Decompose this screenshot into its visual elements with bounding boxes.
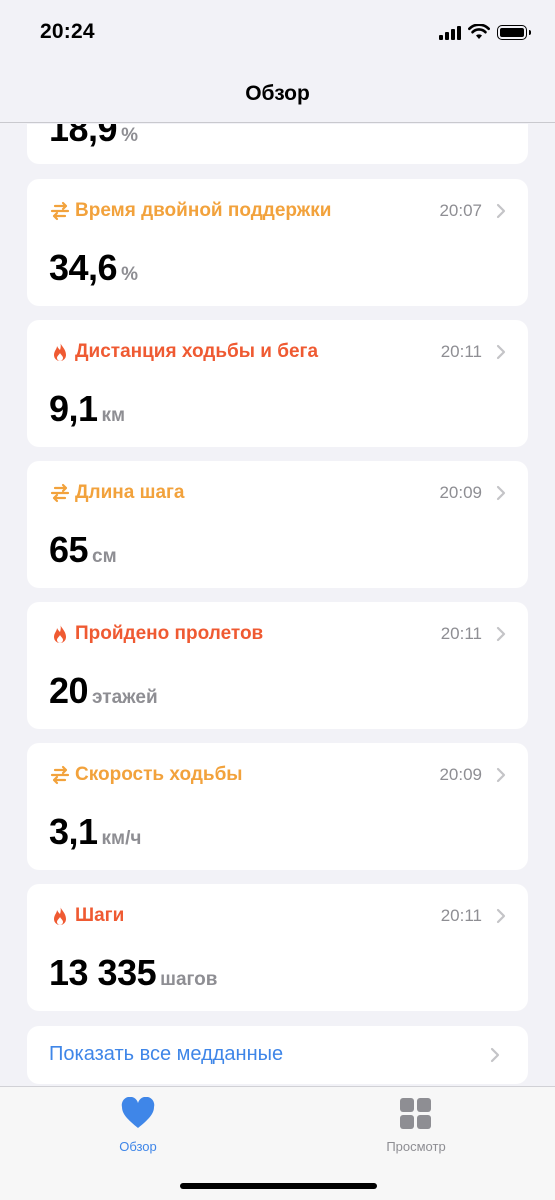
home-indicator[interactable] [180, 1183, 377, 1189]
card-title: Пройдено пролетов [75, 623, 264, 644]
metric-value-row: 65 см [49, 529, 117, 571]
page-title: Обзор [245, 82, 310, 105]
tab-browse[interactable]: Просмотр [336, 1097, 496, 1154]
tab-overview[interactable]: Обзор [58, 1096, 218, 1154]
flame-icon [54, 624, 66, 643]
card-header: Скорость ходьбы 20:09 [49, 763, 506, 787]
flame-icon [54, 906, 66, 925]
metric-card-flights-climbed[interactable]: Пройдено пролетов 20:11 20 этажей [27, 602, 528, 729]
metric-value-row: 20 этажей [49, 670, 158, 712]
metric-value: 9,1 [49, 388, 98, 429]
metric-value-row: 34,6% [49, 247, 138, 289]
metric-value: 65 [49, 529, 89, 570]
metric-value: 34,6 [49, 247, 118, 288]
metric-unit: см [92, 546, 117, 567]
card-time: 20:07 [439, 201, 482, 220]
status-bar: 20:24 [0, 0, 555, 66]
metric-unit: км/ч [101, 828, 142, 849]
metric-value-row: 9,1 км [49, 388, 125, 430]
card-time: 20:11 [440, 624, 482, 643]
metric-card-step-length[interactable]: Длина шага 20:09 65 см [27, 461, 528, 588]
card-header: Шаги 20:11 [49, 904, 506, 928]
flame-icon [54, 342, 66, 361]
metric-value-row: 13 335 шагов [49, 952, 217, 994]
chevron-right-icon [490, 1047, 500, 1063]
wifi-icon [468, 24, 490, 39]
status-icons [439, 24, 531, 40]
grid-icon [400, 1098, 431, 1129]
metric-value-row: 3,1 км/ч [49, 811, 141, 853]
metric-unit: этажей [92, 687, 158, 708]
navigation-bar: Обзор [0, 66, 555, 123]
metric-unit: % [121, 125, 138, 146]
show-all-health-data-button[interactable]: Показать все медданные [27, 1026, 528, 1084]
card-title: Длина шага [75, 482, 185, 503]
arrows-icon [50, 483, 70, 503]
metric-value: 3,1 [49, 811, 98, 852]
card-header: Пройдено пролетов 20:11 [49, 622, 506, 646]
card-header: Длина шага 20:09 [49, 481, 506, 505]
chevron-right-icon [496, 485, 506, 501]
metric-value: 20 [49, 670, 89, 711]
metric-card-walking-running-distance[interactable]: Дистанция ходьбы и бега 20:11 9,1 км [27, 320, 528, 447]
card-time: 20:09 [439, 483, 482, 502]
metric-unit: % [121, 264, 138, 285]
metric-unit: км [101, 405, 126, 426]
chevron-right-icon [496, 908, 506, 924]
tab-label: Просмотр [386, 1139, 446, 1154]
card-header: Дистанция ходьбы и бега 20:11 [49, 340, 506, 364]
metric-value: 13 335 [49, 952, 157, 993]
chevron-right-icon [496, 344, 506, 360]
summary-list[interactable]: 18,9% Время двойной поддержки 20:07 34,6… [0, 124, 555, 1086]
card-time: 20:11 [440, 906, 482, 925]
chevron-right-icon [496, 626, 506, 642]
chevron-right-icon [496, 767, 506, 783]
card-title: Шаги [75, 905, 125, 926]
battery-icon [497, 24, 531, 40]
card-title: Дистанция ходьбы и бега [75, 341, 319, 362]
card-title: Время двойной поддержки [75, 200, 332, 221]
metric-unit: шагов [160, 969, 218, 990]
metric-value: 18,9 [49, 124, 118, 149]
tab-label: Обзор [119, 1139, 157, 1154]
card-time: 20:11 [440, 342, 482, 361]
partial-metric-card[interactable]: 18,9% [27, 124, 528, 164]
card-time: 20:09 [439, 765, 482, 784]
status-time: 20:24 [40, 20, 95, 43]
arrows-icon [50, 201, 70, 221]
metric-card-walking-speed[interactable]: Скорость ходьбы 20:09 3,1 км/ч [27, 743, 528, 870]
metric-card-double-support[interactable]: Время двойной поддержки 20:07 34,6% [27, 179, 528, 306]
show-all-label: Показать все медданные [49, 1043, 284, 1065]
card-header: Время двойной поддержки 20:07 [49, 199, 506, 223]
metric-card-steps[interactable]: Шаги 20:11 13 335 шагов [27, 884, 528, 1011]
arrows-icon [50, 765, 70, 785]
heart-icon [121, 1096, 155, 1128]
metric-value-row: 18,9% [49, 124, 138, 150]
cellular-signal-icon [439, 24, 461, 40]
chevron-right-icon [496, 203, 506, 219]
card-title: Скорость ходьбы [75, 764, 243, 785]
